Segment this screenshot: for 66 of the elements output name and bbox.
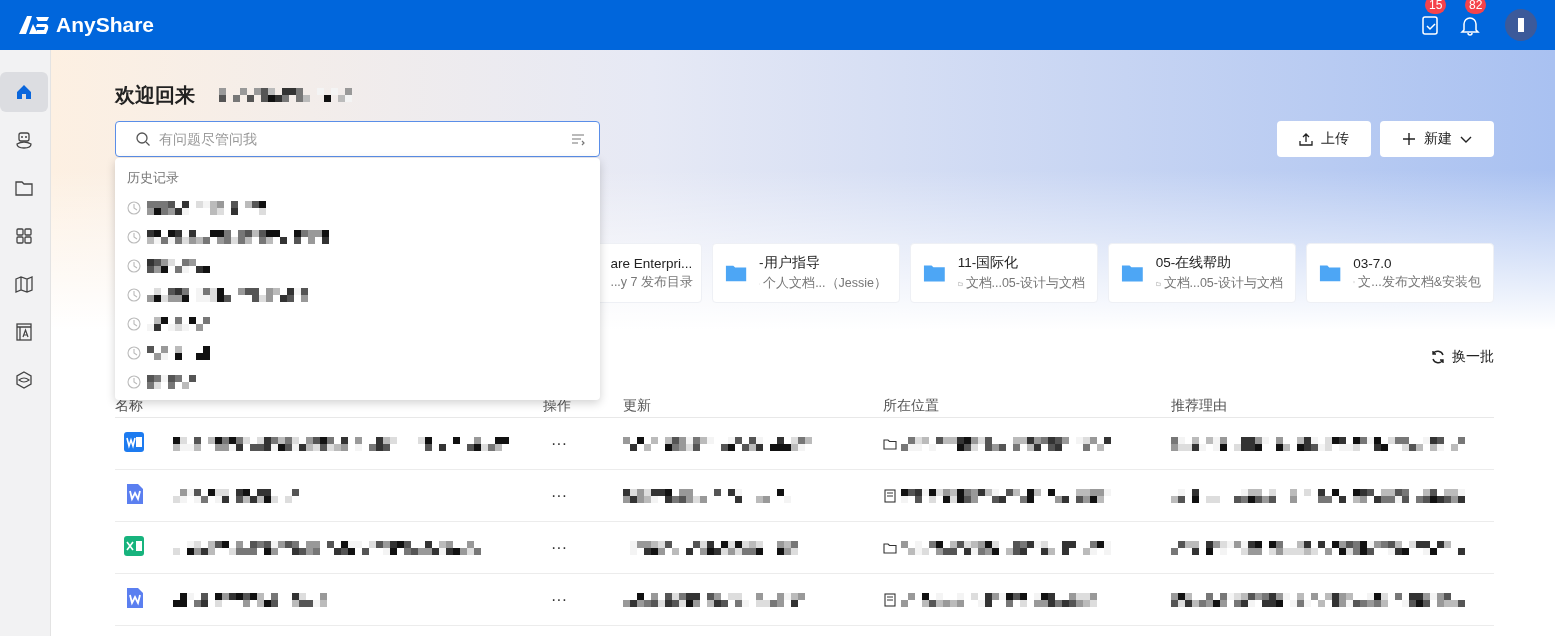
card-title: 03-7.0 xyxy=(1353,255,1393,271)
column-header: 推荐理由 xyxy=(1171,396,1228,415)
history-title: 历史记录 xyxy=(127,169,179,187)
template-icon xyxy=(14,322,34,342)
card-title: -用户指导 xyxy=(759,254,821,272)
count-badge: 15 xyxy=(1425,0,1447,14)
card-title: are Enterpri... xyxy=(610,255,693,271)
redacted-text xyxy=(147,345,210,360)
card-title: 11-国际化 xyxy=(957,254,1020,272)
search-field[interactable]: 有问题尽管问我 xyxy=(115,121,600,157)
recent-card[interactable]: 03-7.0 文...发布文档&安装包 xyxy=(1306,243,1494,303)
more-button[interactable]: ··· xyxy=(543,486,567,505)
clock-icon xyxy=(127,374,141,389)
map-icon xyxy=(14,274,34,294)
card-path: ...y 7 发布目录 xyxy=(610,273,693,291)
book-icon xyxy=(883,488,897,503)
card-path: 文档...05-设计与文档 xyxy=(965,275,1085,292)
avatar[interactable] xyxy=(1505,9,1537,41)
home-icon xyxy=(14,82,34,102)
plus-icon xyxy=(1402,132,1416,146)
upload-button[interactable]: 上传 xyxy=(1277,121,1371,157)
column-header: 更新 xyxy=(623,396,652,415)
redacted-text xyxy=(147,258,210,273)
recent-card[interactable]: 05-在线帮助 文档...05-设计与文档 xyxy=(1108,243,1296,303)
refresh-icon xyxy=(1430,349,1446,365)
logo-text: AnyShare xyxy=(56,13,155,37)
column-header: 名称 xyxy=(115,396,144,415)
folder-icon xyxy=(923,262,946,284)
redacted-text xyxy=(147,374,196,389)
grid-icon xyxy=(14,226,34,246)
word-file-icon xyxy=(123,430,145,453)
card-path: 文...发布文档&安装包 xyxy=(1358,273,1481,291)
sidebar-item[interactable] xyxy=(0,72,48,112)
clock-icon xyxy=(127,200,141,215)
logo-icon xyxy=(18,15,50,35)
count-badge: 82 xyxy=(1465,0,1487,14)
refresh-button[interactable]: 换一批 xyxy=(1430,348,1494,366)
card-title: 05-在线帮助 xyxy=(1155,254,1233,272)
clock-icon xyxy=(127,345,141,360)
clock-icon xyxy=(127,258,141,273)
clock-icon xyxy=(127,316,141,331)
welcome-title: 欢迎回来 xyxy=(115,82,195,108)
upload-icon xyxy=(1299,132,1313,146)
more-button[interactable]: ··· xyxy=(543,590,567,609)
search-icon xyxy=(135,131,151,147)
more-button[interactable]: ··· xyxy=(543,538,567,557)
excel-file-icon xyxy=(123,534,145,557)
clock-icon xyxy=(127,287,141,302)
bell-icon[interactable] xyxy=(1459,14,1481,36)
recent-card[interactable]: -用户指导 个人文档...（Jessie） xyxy=(712,243,900,303)
redacted-text xyxy=(147,316,210,331)
cube-icon xyxy=(14,370,34,390)
clock-icon xyxy=(127,229,141,244)
clipboard-check-icon[interactable] xyxy=(1419,14,1441,36)
robot-icon xyxy=(14,130,34,150)
more-button[interactable]: ··· xyxy=(543,434,567,453)
folder-icon xyxy=(14,178,34,198)
folder-icon xyxy=(1121,262,1144,284)
book-icon xyxy=(883,592,897,607)
card-path: 个人文档...（Jessie） xyxy=(763,275,887,292)
column-header: 所在位置 xyxy=(883,396,940,415)
folder-outline-icon xyxy=(883,436,897,451)
card-path: 文档...05-设计与文档 xyxy=(1163,275,1283,292)
folder-outline-icon xyxy=(883,540,897,555)
new-button[interactable]: 新建 xyxy=(1380,121,1494,157)
recent-card[interactable]: 11-国际化 文档...05-设计与文档 xyxy=(910,243,1098,303)
